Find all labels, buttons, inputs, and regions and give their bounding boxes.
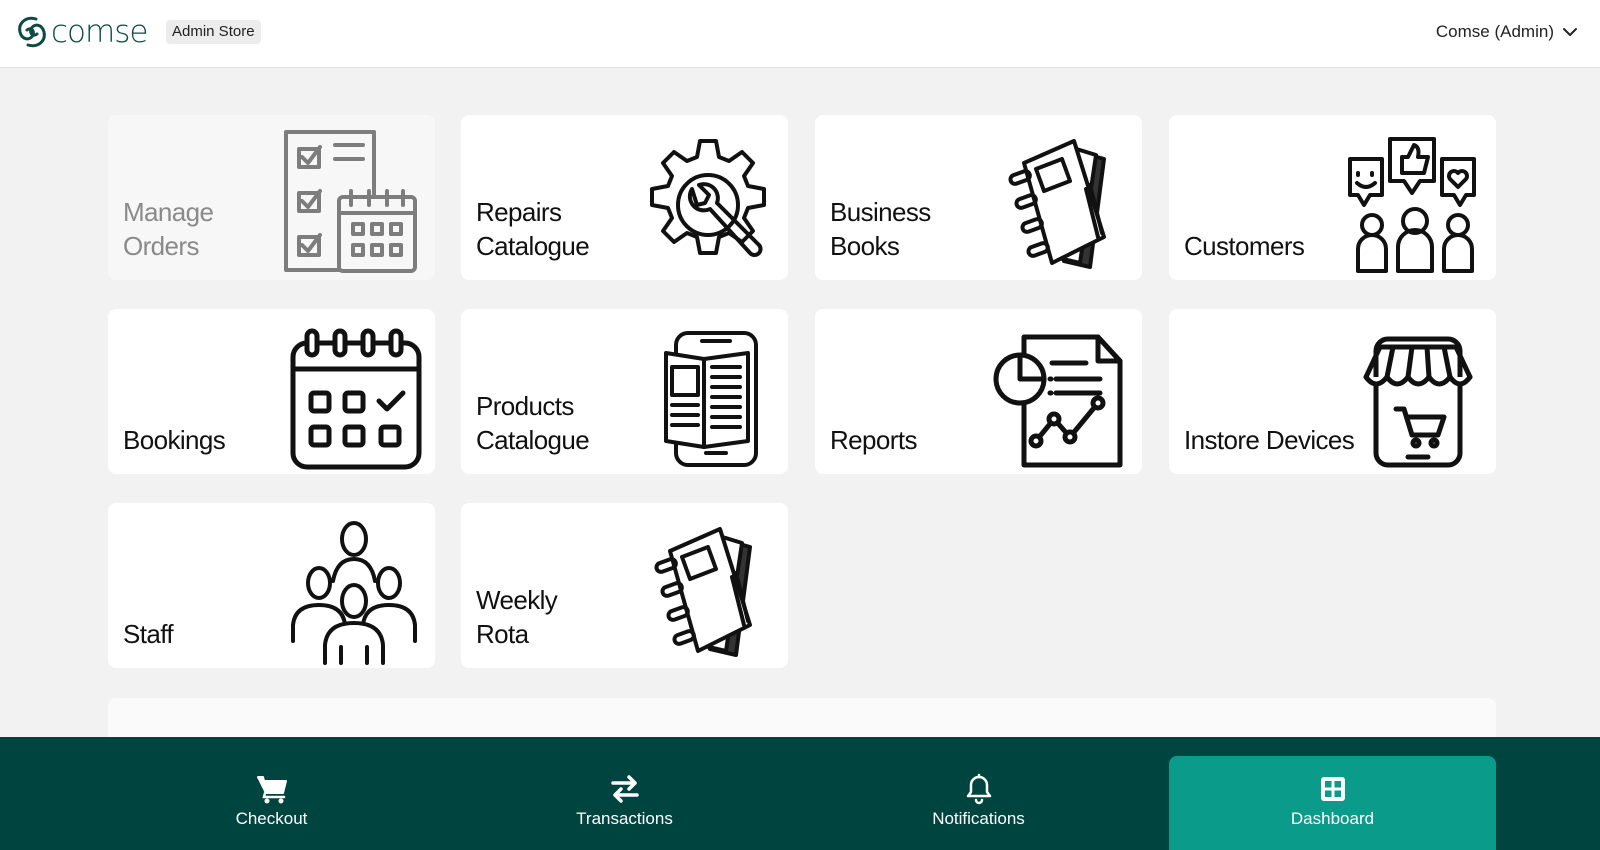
tile-customers[interactable]: Customers (1169, 115, 1496, 280)
comse-logo[interactable]: comse (16, 12, 148, 52)
tile-label: Reports (830, 423, 917, 457)
gear-wrench-icon (650, 139, 766, 257)
tile-label-line: Staff (123, 619, 174, 649)
tile-label-line: Bookings (123, 425, 226, 455)
tile-label-line: Business (830, 197, 931, 227)
brand-name: comse (51, 14, 148, 50)
staff-group-icon (291, 521, 417, 665)
nav-label: Transactions (576, 809, 673, 828)
phone-catalogue-icon (664, 331, 758, 467)
tile-label: Manage Orders (123, 195, 214, 263)
nav-notifications[interactable]: Notifications (815, 756, 1142, 850)
tile-label-line: Weekly (476, 585, 558, 615)
bell-icon (966, 773, 991, 805)
tile-label-line: Rota (476, 619, 529, 649)
tile-label-line: Reports (830, 425, 917, 455)
customers-feedback-icon (1348, 137, 1476, 273)
tile-label: Weekly Rota (476, 583, 558, 651)
grid-icon (1320, 777, 1345, 801)
notebook-icon (654, 527, 752, 657)
comse-logo-icon (18, 16, 46, 48)
tile-label-line: Manage (123, 197, 214, 227)
tile-label-line: Customers (1184, 231, 1305, 261)
tile-repairs-catalogue[interactable]: Repairs Catalogue (461, 115, 788, 280)
arrows-exchange-icon (610, 775, 639, 803)
tile-label-line: Instore Devices (1184, 425, 1355, 455)
tile-bookings[interactable]: Bookings (108, 309, 435, 474)
nav-checkout[interactable]: Checkout (108, 756, 435, 850)
store-badge: Admin Store (166, 20, 261, 44)
tile-label-line: Catalogue (476, 425, 590, 455)
nav-label: Checkout (235, 809, 308, 828)
cart-icon (256, 776, 287, 804)
tile-business-books[interactable]: Business Books (815, 115, 1142, 280)
checklist-calendar-icon (284, 130, 417, 273)
phone-store-icon (1363, 336, 1473, 468)
tile-label: Business Books (830, 195, 931, 263)
tile-label-line: Books (830, 231, 900, 261)
tile-manage-orders[interactable]: Manage Orders (108, 115, 435, 280)
calendar-icon (290, 328, 422, 470)
tile-label: Staff (123, 617, 174, 651)
nav-label: Notifications (932, 809, 1025, 828)
tile-label: Bookings (123, 423, 226, 457)
top-bar: comse Admin Store Comse (Admin) (0, 0, 1600, 68)
notebook-icon (1008, 139, 1106, 269)
nav-transactions[interactable]: Transactions (461, 756, 788, 850)
tile-label: Repairs Catalogue (476, 195, 590, 263)
chevron-down-icon (1563, 28, 1577, 36)
report-document-icon (993, 334, 1123, 468)
tile-label-line: Catalogue (476, 231, 590, 261)
tile-weekly-rota[interactable]: Weekly Rota (461, 503, 788, 668)
tile-reports[interactable]: Reports (815, 309, 1142, 474)
nav-label: Dashboard (1290, 809, 1375, 828)
tile-label: Products Catalogue (476, 389, 590, 457)
user-menu-label: Comse (Admin) (1435, 22, 1554, 41)
tile-label-line: Orders (123, 231, 199, 261)
user-menu[interactable]: Comse (Admin) (1436, 20, 1578, 44)
tile-label-line: Repairs (476, 197, 562, 227)
tile-label-line: Products (476, 391, 574, 421)
bottom-navigation: Checkout Transactions Notifications Dash… (0, 737, 1600, 850)
nav-dashboard[interactable]: Dashboard (1169, 756, 1496, 850)
tile-label: Customers (1184, 229, 1305, 263)
tile-instore-devices[interactable]: Instore Devices (1169, 309, 1496, 474)
tile-label: Instore Devices (1184, 423, 1355, 457)
tile-staff[interactable]: Staff (108, 503, 435, 668)
tile-products-catalogue[interactable]: Products Catalogue (461, 309, 788, 474)
